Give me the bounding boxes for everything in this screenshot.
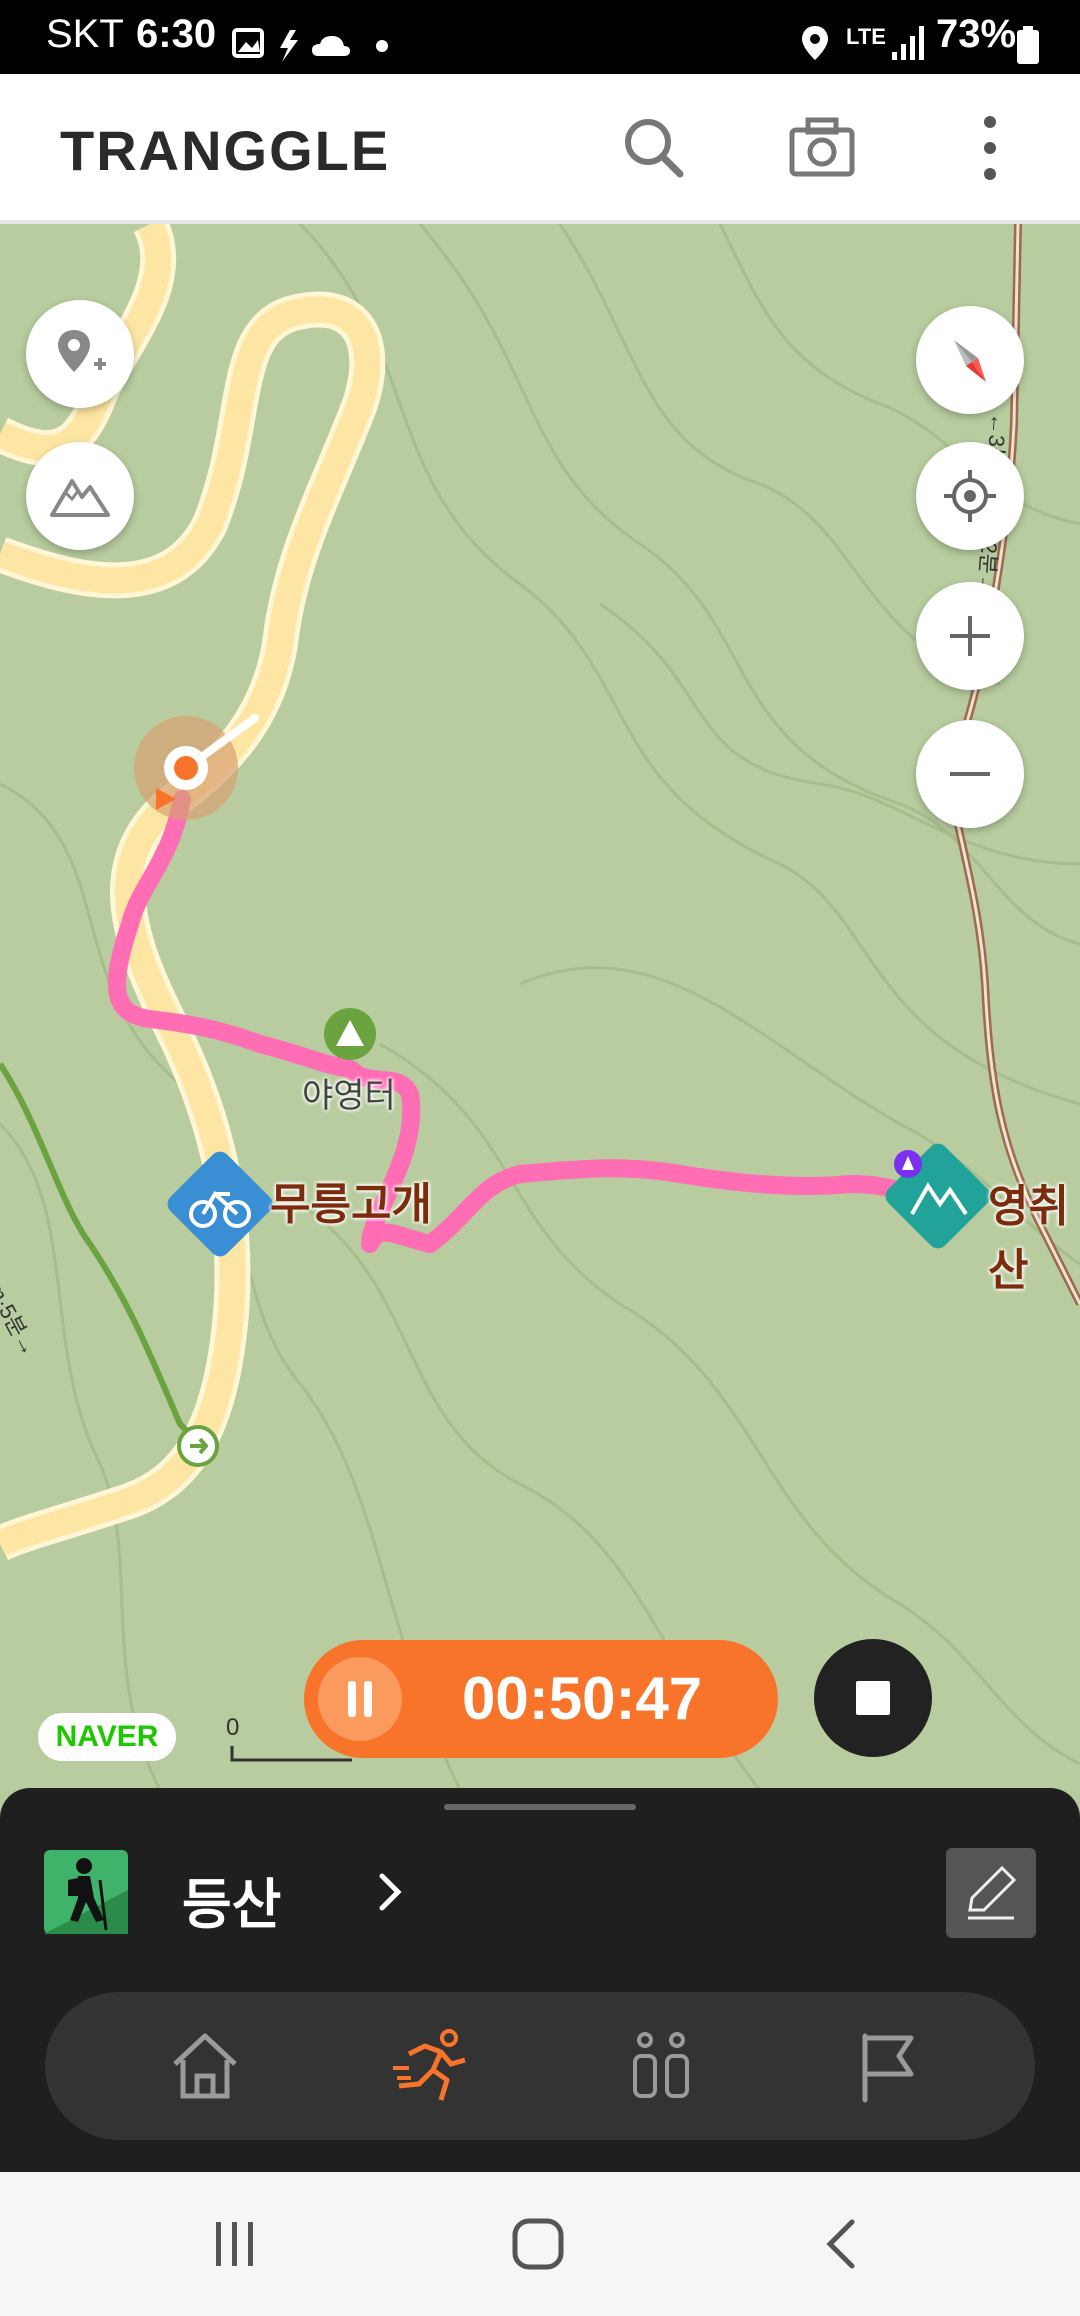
compass-button[interactable] xyxy=(916,306,1024,414)
zoom-out-icon xyxy=(950,772,990,776)
naver-logo: NAVER xyxy=(38,1713,176,1761)
network-label: LTE xyxy=(846,24,886,49)
system-nav-bar xyxy=(0,2172,1080,2316)
tab-home[interactable] xyxy=(163,2024,247,2108)
edit-pencil-icon xyxy=(968,1865,1017,1920)
scale-label: 0 xyxy=(226,1714,240,1741)
search-icon[interactable] xyxy=(616,110,692,186)
app-bar: TRANGGLE xyxy=(0,74,1080,224)
mountain-icon xyxy=(50,479,110,517)
zoom-out-button[interactable] xyxy=(916,720,1024,828)
hiking-icon xyxy=(44,1850,128,1934)
signal-icon xyxy=(892,26,924,60)
recording-timer-pill: 00:50:47 xyxy=(304,1640,778,1758)
app-logo: TRANGGLE xyxy=(60,119,391,182)
status-bar: SKT 6:30 LTE 73% xyxy=(0,0,1080,74)
zoom-in-button[interactable] xyxy=(916,582,1024,690)
bottom-tab-bar xyxy=(45,1992,1035,2140)
carrier-label: SKT xyxy=(46,12,124,56)
home-nav-icon[interactable] xyxy=(510,2216,566,2272)
clock: 6:30 xyxy=(136,12,217,56)
battery-icon xyxy=(1017,26,1039,64)
stop-icon xyxy=(856,1681,890,1715)
my-location-button[interactable] xyxy=(916,442,1024,550)
sheet-handle[interactable] xyxy=(444,1804,636,1810)
chevron-right-icon[interactable] xyxy=(370,1868,410,1916)
pause-icon xyxy=(348,1681,372,1717)
tab-activity[interactable] xyxy=(389,2024,473,2108)
pass-label: 무릉고개 xyxy=(270,1180,432,1229)
battery-percent: 73% xyxy=(936,12,1017,56)
back-icon[interactable] xyxy=(818,2216,868,2272)
pause-button[interactable] xyxy=(318,1657,402,1741)
elapsed-timer: 00:50:47 xyxy=(462,1665,703,1732)
tab-people[interactable] xyxy=(619,2024,703,2108)
notification-icons xyxy=(232,28,388,62)
camp-label: 야영터 xyxy=(302,1077,396,1115)
more-vert-icon[interactable] xyxy=(952,110,1028,186)
edit-button[interactable] xyxy=(946,1848,1036,1938)
map-canvas xyxy=(0,224,1080,1790)
recent-apps-icon[interactable] xyxy=(210,2218,260,2270)
map-view[interactable]: 무릉고개 야영터 영취산 ←7분·0.4km·5분→ ←3분·0.2km·2분→ xyxy=(0,224,1080,1790)
location-icon xyxy=(802,26,828,60)
stop-button[interactable] xyxy=(814,1639,932,1757)
add-waypoint-button[interactable] xyxy=(26,300,134,408)
activity-type-label[interactable]: 등산 xyxy=(182,1860,281,1939)
mountain-button[interactable] xyxy=(26,442,134,550)
tab-flag[interactable] xyxy=(845,2024,929,2108)
camera-icon[interactable] xyxy=(784,110,860,186)
my-location-icon xyxy=(944,470,996,522)
add-location-icon xyxy=(58,330,106,372)
zoom-in-icon xyxy=(950,616,990,656)
bottom-sheet: 등산 xyxy=(0,1788,1080,2172)
peak-label: 영취산 xyxy=(988,1182,1069,1295)
compass-icon xyxy=(954,340,986,382)
